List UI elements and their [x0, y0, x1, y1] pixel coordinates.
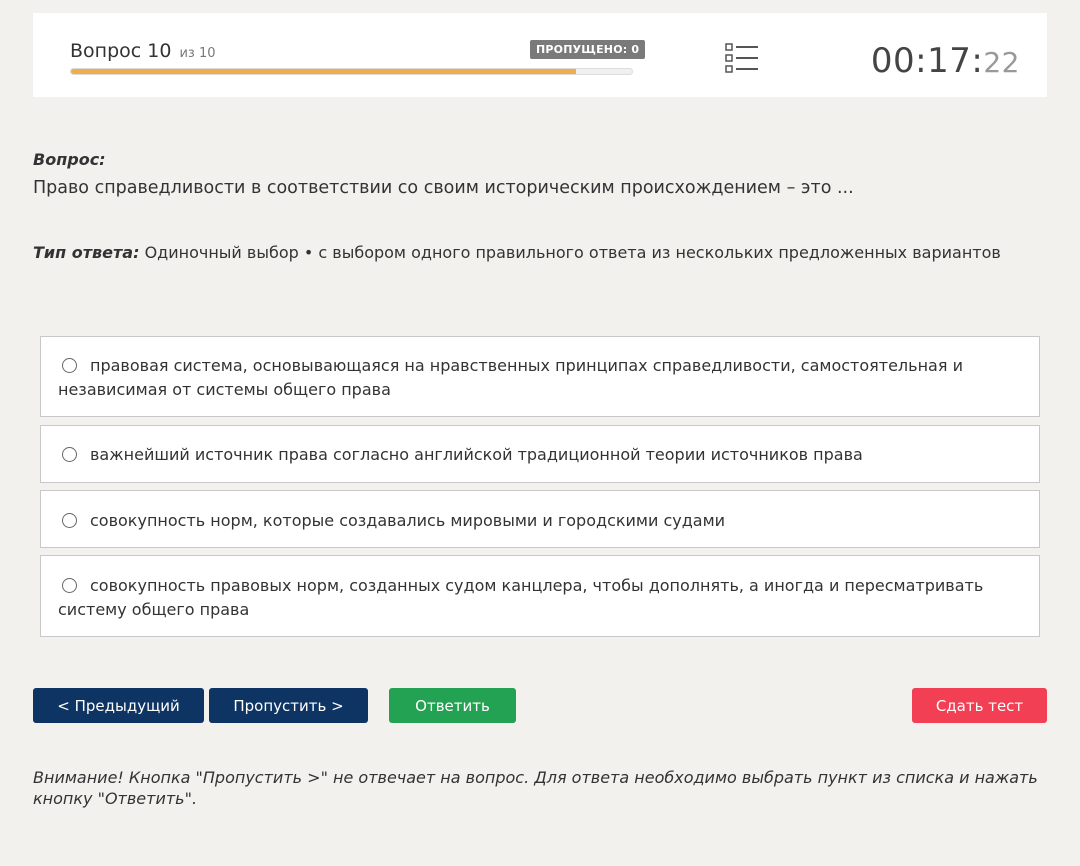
- option-text: совокупность правовых норм, созданных су…: [58, 576, 984, 619]
- answer-option[interactable]: совокупность правовых норм, созданных су…: [40, 555, 1040, 637]
- answer-option[interactable]: совокупность норм, которые создавались м…: [40, 490, 1040, 548]
- answer-type: Тип ответа: Одиночный выбор • с выбором …: [33, 243, 1001, 262]
- notice-text: Внимание! Кнопка "Пропустить >" не отвеч…: [33, 768, 1038, 808]
- list-icon[interactable]: [725, 43, 759, 73]
- timer-seconds: 22: [983, 46, 1020, 79]
- radio-button[interactable]: [62, 513, 77, 528]
- answer-button[interactable]: Ответить: [389, 688, 516, 723]
- timer: 00:17:22: [871, 41, 1020, 81]
- question-counter: Вопрос 10 из 10: [70, 40, 216, 62]
- question-total: из 10: [179, 46, 216, 61]
- answer-option[interactable]: правовая система, основывающаяся на нрав…: [40, 336, 1040, 417]
- answer-option[interactable]: важнейший источник права согласно англий…: [40, 425, 1040, 483]
- radio-button[interactable]: [62, 447, 77, 462]
- radio-button[interactable]: [62, 358, 77, 373]
- previous-button[interactable]: < Предыдущий: [33, 688, 204, 723]
- option-text: важнейший источник права согласно англий…: [90, 445, 863, 464]
- submit-test-button[interactable]: Сдать тест: [912, 688, 1047, 723]
- option-text: совокупность норм, которые создавались м…: [90, 511, 726, 530]
- option-text: правовая система, основывающаяся на нрав…: [58, 356, 963, 399]
- answer-type-label: Тип ответа:: [33, 243, 140, 262]
- quiz-header: Вопрос 10 из 10 ПРОПУЩЕНО: 0 00:17:22: [33, 13, 1047, 97]
- answer-type-value: Одиночный выбор • с выбором одного прави…: [144, 243, 1001, 262]
- question-label: Вопрос:: [33, 150, 106, 169]
- question-text: Право справедливости в соответствии со с…: [33, 178, 854, 198]
- question-number: Вопрос 10: [70, 40, 172, 62]
- progress-fill: [71, 69, 576, 74]
- timer-main: 00:17:: [870, 41, 984, 81]
- progress-bar: [70, 68, 633, 75]
- skip-button[interactable]: Пропустить >: [209, 688, 368, 723]
- skipped-badge: ПРОПУЩЕНО: 0: [530, 40, 646, 59]
- radio-button[interactable]: [62, 578, 77, 593]
